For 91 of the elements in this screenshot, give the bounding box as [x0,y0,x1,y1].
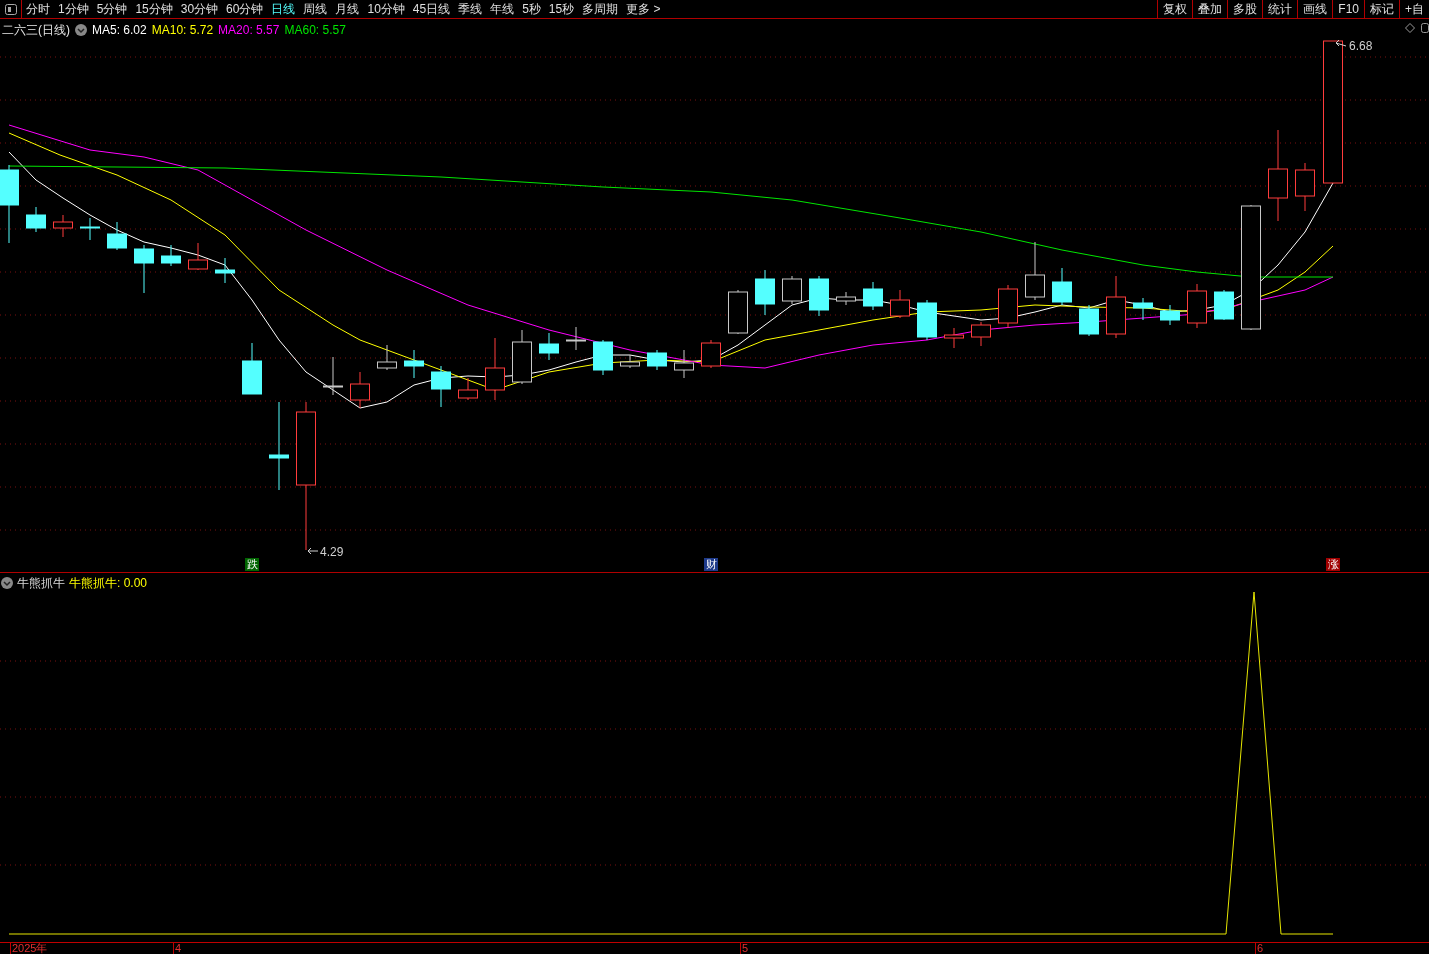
toolbar-button[interactable]: 叠加 [1192,0,1228,18]
period-tab[interactable]: 10分钟 [367,0,405,18]
chevron-down-icon[interactable] [1,577,13,589]
candlestick [674,349,694,379]
leader-arrow [307,547,319,555]
candlestick [701,339,721,369]
candlestick [566,326,586,351]
high-price-label: 6.68 [1349,39,1373,53]
candlestick [512,329,532,385]
candlestick [890,289,910,319]
candlestick [620,354,640,369]
candlestick [161,244,181,267]
moving-average-value: MA10: 5.72 [151,22,214,39]
candlestick [134,244,154,294]
event-marker[interactable]: 跌 [245,558,259,571]
event-marker[interactable]: 财 [704,558,718,571]
candlestick [917,299,937,341]
candlestick [728,289,748,335]
candlestick [1079,304,1099,337]
stock-title: 二六三(日线) [2,22,70,39]
period-tab[interactable]: 年线 [490,0,515,18]
candlestick [323,356,343,396]
panel-toggle-icon[interactable] [1421,23,1429,33]
period-tab[interactable]: 周线 [303,0,328,18]
low-price-label: 4.29 [320,545,344,559]
period-tab[interactable]: 5分钟 [96,0,128,18]
candlestick [593,339,613,376]
period-tab[interactable]: 季线 [458,0,483,18]
toolbar-button[interactable]: 画线 [1297,0,1333,18]
candlestick [242,342,262,395]
moving-average-value: MA5: 6.02 [92,22,147,39]
candlestick [26,206,46,233]
toolbar-button[interactable]: F10 [1332,0,1364,18]
candlestick [1133,297,1153,321]
toolbar-button[interactable]: 统计 [1262,0,1298,18]
candlestick [431,365,451,408]
event-marker[interactable]: 涨 [1326,558,1340,571]
time-axis-label: 2025年 [10,943,48,954]
period-tab[interactable]: 60分钟 [226,0,264,18]
period-tab[interactable]: 更多 > [626,0,661,18]
chevron-down-icon[interactable] [75,24,87,36]
candlestick [53,214,73,238]
candlestick [107,221,127,251]
candlestick [1106,275,1126,339]
candlestick [458,377,478,401]
candlestick [80,217,100,241]
panel-toggle-icon[interactable] [4,3,17,15]
candlestick [809,275,829,317]
candlestick [1214,289,1234,321]
candlestick [350,371,370,409]
candlestick [944,327,964,349]
toolbar-button[interactable]: 多股 [1227,0,1263,18]
period-tab[interactable]: 30分钟 [180,0,219,18]
candlestick [782,275,802,305]
candlestick [836,291,856,306]
candlestick [485,337,505,401]
candlestick [215,257,235,284]
candlestick [971,321,991,347]
candlestick [863,281,883,311]
indicator-name: 牛熊抓牛 [17,575,65,592]
moving-average-value: MA20: 5.57 [218,22,280,39]
toolbar-button[interactable]: 复权 [1157,0,1193,18]
period-tab[interactable]: 分时 [26,0,50,18]
toolbar-button[interactable]: +自 [1399,0,1429,18]
toolbar-button[interactable]: 标记 [1364,0,1399,18]
period-tab[interactable]: 5秒 [522,0,541,18]
candlestick [647,349,667,371]
time-axis-label: 5 [740,943,749,954]
period-tab[interactable]: 15秒 [548,0,575,18]
candlestick [539,332,559,361]
indicator-value: 牛熊抓牛: 0.00 [69,575,148,592]
candlestick [377,344,397,371]
candlestick [404,349,424,379]
period-tab[interactable]: 日线 [271,0,296,18]
leader-arrow [1335,39,1347,47]
candlestick [755,269,775,316]
moving-average-value: MA60: 5.57 [284,22,346,39]
period-tab[interactable]: 1分钟 [58,0,89,18]
candlestick [1295,162,1315,212]
candlestick [1052,267,1072,306]
period-tab[interactable]: 多周期 [582,0,619,18]
candlestick [1187,283,1207,329]
period-tab[interactable]: 月线 [335,0,360,18]
candlestick [998,284,1018,329]
candlestick [1025,241,1045,301]
time-axis-label: 6 [1255,943,1264,954]
period-tab[interactable]: 45日线 [412,0,451,18]
candlestick [188,242,208,271]
time-axis-label: 4 [173,943,182,954]
candlestick [1160,304,1180,326]
period-tab[interactable]: 15分钟 [135,0,173,18]
